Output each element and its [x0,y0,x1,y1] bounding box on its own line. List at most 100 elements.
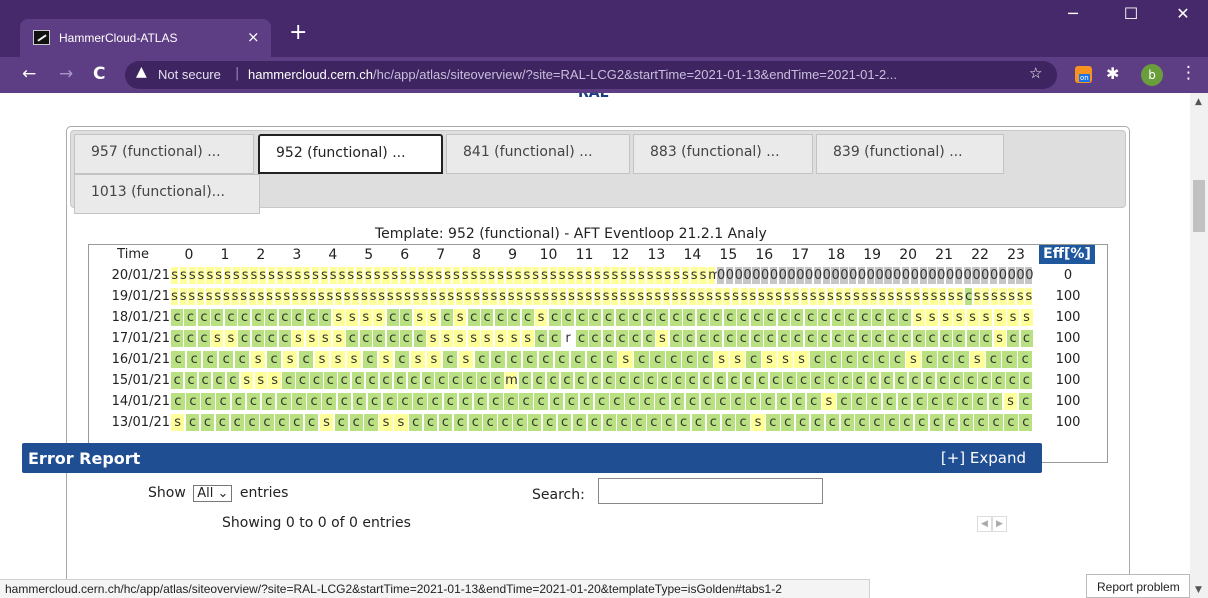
tab-template-957[interactable]: 957 (functional) ... [74,134,254,174]
status-cell[interactable]: s [999,288,1007,305]
status-cell[interactable]: s [714,288,722,305]
status-cell[interactable]: c [696,330,709,347]
status-cell[interactable]: c [650,351,665,368]
status-cell[interactable]: c [519,393,533,410]
status-cell[interactable]: s [248,288,256,305]
status-cell[interactable]: c [1006,372,1019,389]
status-cell[interactable]: c [625,393,639,410]
status-cell[interactable]: s [343,288,351,305]
status-cell[interactable]: s [404,288,412,305]
status-cell[interactable]: c [185,414,200,431]
status-cell[interactable]: c [367,393,382,410]
status-cell[interactable]: s [458,351,474,368]
scroll-up-icon[interactable]: ▲ [1195,97,1202,107]
status-cell[interactable]: s [611,288,619,305]
status-cell[interactable]: c [575,330,588,347]
status-cell[interactable]: s [338,267,346,284]
status-cell[interactable]: s [993,330,1006,347]
status-cell[interactable]: s [386,288,394,305]
status-cell[interactable]: s [171,288,179,305]
status-cell[interactable]: s [355,267,364,284]
status-cell[interactable]: s [980,309,993,326]
status-cell[interactable]: s [611,267,619,284]
status-cell[interactable]: s [681,267,690,284]
status-cell[interactable]: c [554,351,570,368]
status-cell[interactable]: s [913,288,921,305]
status-cell[interactable]: 0 [813,267,822,284]
status-cell[interactable]: c [498,414,512,431]
status-cell[interactable]: c [642,309,655,326]
status-cell[interactable]: c [710,330,723,347]
status-cell[interactable]: c [840,414,854,431]
status-cell[interactable]: s [939,309,952,326]
status-cell[interactable]: s [464,288,472,305]
status-cell[interactable]: s [314,351,330,368]
status-cell[interactable]: 0 [787,267,796,284]
status-cell[interactable]: s [250,351,266,368]
status-cell[interactable]: c [804,330,817,347]
status-cell[interactable]: 0 [963,267,972,284]
status-cell[interactable]: c [557,414,572,431]
status-cell[interactable]: s [292,330,305,347]
status-cell[interactable]: s [300,288,308,305]
status-cell[interactable]: c [337,393,352,410]
status-cell[interactable]: c [1020,330,1033,347]
status-cell[interactable]: r [562,330,575,347]
status-cell[interactable]: c [939,330,952,347]
status-cell[interactable]: s [508,330,521,347]
reload-button[interactable]: C [93,64,105,84]
status-cell[interactable]: c [713,372,727,389]
status-cell[interactable]: c [477,372,490,389]
status-cell[interactable]: c [682,351,697,368]
status-cell[interactable]: c [588,372,601,389]
status-cell[interactable]: c [602,372,615,389]
status-cell[interactable]: s [417,267,425,284]
status-cell[interactable]: s [662,288,671,305]
status-cell[interactable]: c [428,393,442,410]
status-cell[interactable]: c [491,372,504,389]
status-cell[interactable]: c [810,414,825,431]
status-cell[interactable]: s [921,288,929,305]
status-cell[interactable]: s [373,267,381,284]
status-cell[interactable]: s [223,267,232,284]
status-cell[interactable]: c [251,330,264,347]
status-cell[interactable]: s [394,414,408,431]
status-cell[interactable]: c [617,414,631,431]
status-cell[interactable]: c [644,372,657,389]
next-page-button[interactable]: ▶ [992,516,1007,532]
status-cell[interactable]: c [699,372,713,389]
status-cell[interactable]: c [634,351,649,368]
status-cell[interactable]: c [548,330,561,347]
status-cell[interactable]: c [218,351,234,368]
status-cell[interactable]: c [723,309,736,326]
status-cell[interactable]: c [683,309,696,326]
status-cell[interactable]: s [498,288,507,305]
status-cell[interactable]: s [305,330,318,347]
status-cell[interactable]: c [640,393,654,410]
status-cell[interactable]: c [632,414,646,431]
status-cell[interactable]: s [320,267,328,284]
status-cell[interactable]: c [449,372,462,389]
status-cell[interactable]: 0 [945,267,954,284]
status-cell[interactable]: s [792,288,800,305]
close-window-button[interactable]: ✕ [1160,4,1206,23]
status-cell[interactable]: c [564,393,579,410]
status-cell[interactable]: 0 [831,267,840,284]
status-cell[interactable]: 0 [989,267,998,284]
status-cell[interactable]: c [458,393,473,410]
status-cell[interactable]: s [618,351,633,368]
status-cell[interactable]: c [630,372,643,389]
maximize-button[interactable]: ☐ [1108,4,1154,23]
status-cell[interactable]: s [346,309,359,326]
status-cell[interactable]: c [781,414,795,431]
status-cell[interactable]: c [276,393,291,410]
status-cell[interactable]: c [230,414,244,431]
report-problem-button[interactable]: Report problem [1086,574,1190,598]
tab-template-839[interactable]: 839 (functional) ... [816,134,1004,174]
status-cell[interactable]: s [334,288,343,305]
status-cell[interactable]: s [535,309,548,326]
status-cell[interactable]: c [710,309,723,326]
security-label[interactable]: Not secure [158,67,221,82]
status-cell[interactable]: c [723,330,736,347]
status-cell[interactable]: s [303,267,311,284]
